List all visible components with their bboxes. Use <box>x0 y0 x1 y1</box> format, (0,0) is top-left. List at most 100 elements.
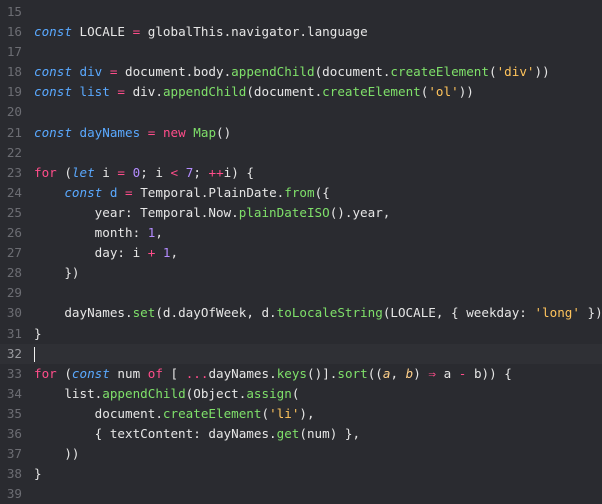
code-line[interactable]: 32 <box>0 343 602 364</box>
code-token: day: i <box>34 245 148 261</box>
code-token: ().year, <box>329 204 391 220</box>
code-token: 1 <box>162 245 171 261</box>
code-line[interactable]: 17 <box>0 42 602 62</box>
code-token: , <box>170 245 179 261</box>
line-number: 19 <box>6 84 22 100</box>
code-line[interactable]: 29 <box>0 283 602 303</box>
code-line[interactable]: 18 const div = document.body.appendChild(… <box>0 62 602 82</box>
code-line[interactable]: 23 for (let i = 0; i < 7; ++i) { <box>0 163 602 183</box>
code-token: div. <box>125 84 163 100</box>
code-token: ... <box>185 365 209 381</box>
code-token: ({ <box>314 184 330 200</box>
code-token: ; <box>193 164 209 180</box>
code-editor[interactable]: 15 16 const LOCALE = globalThis.navigator.… <box>0 0 602 501</box>
code-token: createElement <box>390 64 489 80</box>
code-token: < <box>170 164 179 180</box>
code-line[interactable]: 21 const dayNames = new Map() <box>0 123 602 143</box>
code-token: dayNames <box>71 124 148 140</box>
code-line[interactable]: 24 const d = Temporal.PlainDate.from({ <box>0 183 602 203</box>
code-token: (document. <box>314 64 391 80</box>
code-token: ( <box>261 405 270 421</box>
code-token: year: Temporal.Now. <box>34 204 239 220</box>
code-token: (d.dayOfWeek, d. <box>155 305 277 321</box>
code-token: }) <box>34 265 80 281</box>
code-line[interactable]: 22 <box>0 143 602 163</box>
line-number: 17 <box>6 44 22 60</box>
code-token: Map <box>193 124 217 140</box>
line-number: 33 <box>6 365 22 381</box>
code-token: new <box>162 124 186 140</box>
code-line[interactable]: 39 <box>0 484 602 504</box>
code-line[interactable]: 33 for (const num of [ ...dayNames.keys()… <box>0 364 602 384</box>
code-token: const <box>34 64 72 80</box>
code-token: dayNames. <box>208 365 277 381</box>
code-token: document. <box>34 405 163 421</box>
code-token: let <box>71 164 95 180</box>
code-token: a <box>436 365 459 381</box>
line-number: 36 <box>6 425 22 441</box>
code-line[interactable]: 26 month: 1, <box>0 223 602 243</box>
code-token: keys <box>276 365 308 381</box>
code-token: )) <box>458 84 474 100</box>
code-token: dayNames. <box>34 305 133 321</box>
line-code: for (const num of [ ...dayNames.keys()].… <box>34 366 512 381</box>
code-line[interactable]: 28 }) <box>0 263 602 283</box>
code-line[interactable]: 27 day: i + 1, <box>0 243 602 263</box>
code-line[interactable]: 38} <box>0 464 602 484</box>
code-token: createElement <box>322 84 421 100</box>
code-token: (LOCALE, { weekday: <box>382 305 535 321</box>
code-token: Temporal.PlainDate. <box>132 184 285 200</box>
code-token: globalThis.navigator.language <box>140 24 368 40</box>
code-token: i <box>94 164 118 180</box>
line-code: } <box>34 326 42 341</box>
code-token: list <box>71 84 118 100</box>
line-number: 15 <box>6 4 22 19</box>
code-line[interactable]: 25 year: Temporal.Now.plainDateISO().yea… <box>0 203 602 223</box>
line-code: const div = document.body.appendChild(do… <box>34 64 550 79</box>
line-number: 25 <box>6 204 22 220</box>
line-number: 28 <box>6 265 22 281</box>
code-token: const <box>64 184 103 200</box>
code-token: for <box>34 164 57 180</box>
code-token: 'li' <box>269 405 300 421</box>
line-number: 37 <box>6 446 22 462</box>
line-code: for (let i = 0; i < 7; ++i) { <box>34 165 254 180</box>
code-token: const <box>71 365 110 381</box>
code-line[interactable]: 37 )) <box>0 444 602 464</box>
code-token: plainDateISO <box>238 204 330 220</box>
code-token: num <box>109 365 148 381</box>
code-line[interactable]: 36 { textContent: dayNames.get(num) }, <box>0 424 602 444</box>
code-line[interactable]: 15 <box>0 2 602 22</box>
code-token: const <box>34 124 72 140</box>
code-line[interactable]: 16 const LOCALE = globalThis.navigator.la… <box>0 22 602 42</box>
code-token: ) <box>413 365 429 381</box>
code-token: ; i <box>140 164 171 180</box>
code-token: 'ol' <box>428 84 459 100</box>
code-token: () <box>216 124 232 140</box>
line-code: month: 1, <box>34 225 163 240</box>
code-line[interactable]: 31} <box>0 324 602 344</box>
code-token: )) <box>34 446 80 462</box>
line-code: list.appendChild(Object.assign( <box>34 386 299 401</box>
code-token: )) <box>534 64 550 80</box>
code-token: sort <box>337 365 368 381</box>
code-token: , <box>155 225 163 241</box>
code-line[interactable]: 30 dayNames.set(d.dayOfWeek, d.toLocaleS… <box>0 303 602 323</box>
code-line[interactable]: 35 document.createElement('li'), <box>0 404 602 424</box>
code-token: ++ <box>208 164 224 180</box>
code-token: = <box>125 184 133 200</box>
code-token: of <box>147 365 163 381</box>
code-token: ⇒ <box>428 365 437 381</box>
line-number: 29 <box>6 285 22 301</box>
code-token: appendChild <box>231 64 315 80</box>
code-token: const <box>34 84 72 100</box>
code-token: (document. <box>246 84 323 100</box>
code-line[interactable]: 20 <box>0 102 602 122</box>
line-number: 38 <box>6 466 22 482</box>
line-number: 35 <box>6 405 22 421</box>
code-token: ()]. <box>307 365 338 381</box>
code-line[interactable]: 19 const list = div.appendChild(document.… <box>0 82 602 102</box>
code-token: d <box>102 184 126 200</box>
